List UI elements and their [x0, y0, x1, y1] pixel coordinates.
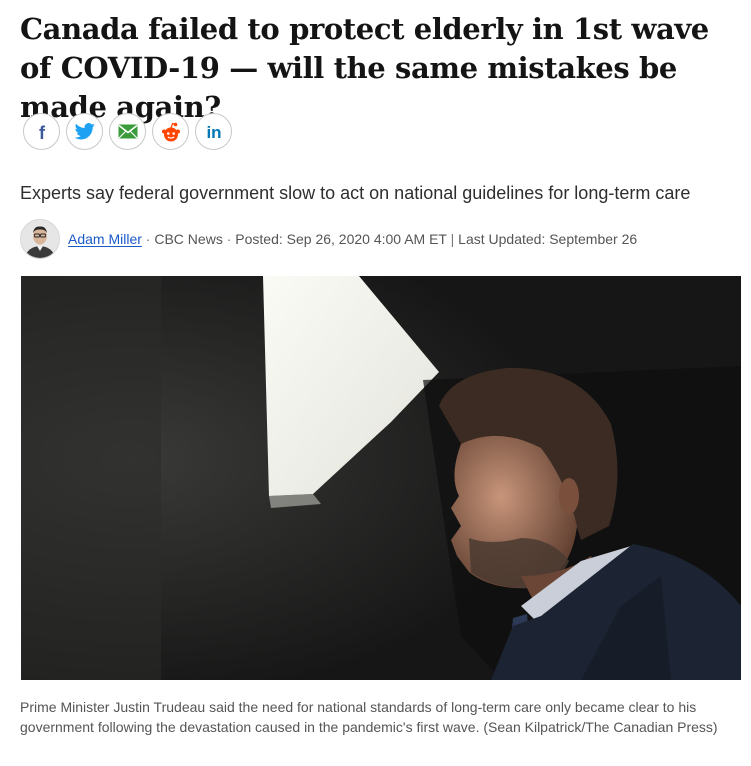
- headline: Canada failed to protect elderly in 1st …: [20, 12, 709, 124]
- byline: Adam Miller · CBC News · Posted: Sep 26,…: [20, 219, 637, 259]
- email-icon: [118, 124, 137, 139]
- author-link[interactable]: Adam Miller: [68, 231, 142, 247]
- share-linkedin-button[interactable]: in: [195, 113, 232, 150]
- posted-date: Posted: Sep 26, 2020 4:00 AM ET: [235, 231, 447, 247]
- byline-text: Adam Miller · CBC News · Posted: Sep 26,…: [68, 231, 637, 247]
- svg-text:in: in: [206, 123, 221, 141]
- share-twitter-button[interactable]: [66, 113, 103, 150]
- byline-separator: ·: [226, 231, 232, 247]
- facebook-icon: f: [39, 123, 46, 141]
- article-deck: Experts say federal government slow to a…: [20, 183, 691, 203]
- author-avatar[interactable]: [20, 219, 60, 259]
- outlet-name: CBC News: [154, 231, 223, 247]
- share-reddit-button[interactable]: [152, 113, 189, 150]
- updated-date: Last Updated: September 26: [458, 231, 638, 247]
- reddit-icon: [161, 122, 180, 141]
- twitter-icon: [74, 122, 95, 139]
- share-email-button[interactable]: [109, 113, 146, 150]
- svg-text:f: f: [39, 123, 46, 141]
- share-bar: f in: [23, 113, 232, 150]
- linkedin-icon: in: [206, 123, 221, 141]
- byline-separator: ·: [145, 231, 151, 247]
- image-caption: Prime Minister Justin Trudeau said the n…: [20, 699, 718, 735]
- byline-divider: |: [450, 231, 455, 247]
- share-facebook-button[interactable]: f: [23, 113, 60, 150]
- hero-image: [21, 276, 741, 680]
